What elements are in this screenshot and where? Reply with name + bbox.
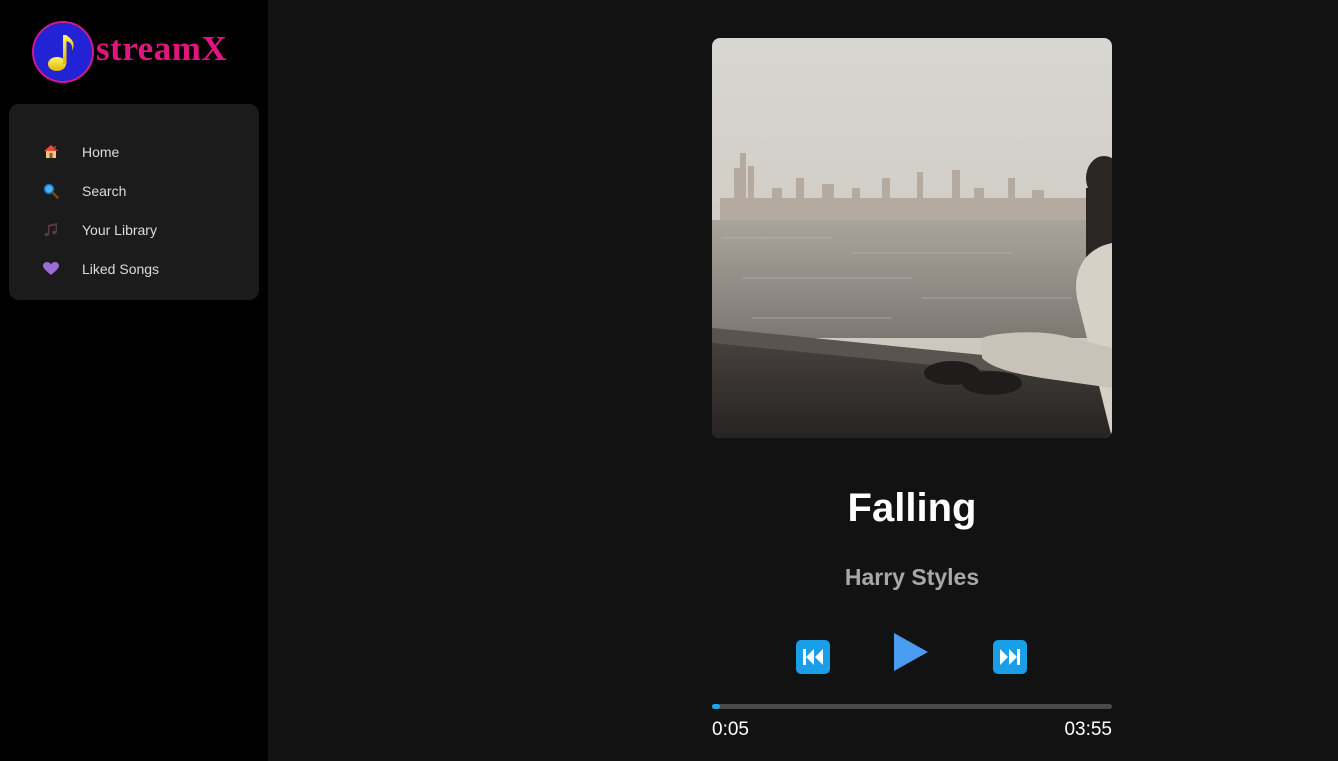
play-button[interactable] [892, 631, 930, 678]
previous-track-button[interactable] [796, 640, 830, 679]
sidebar-item-label: Liked Songs [82, 260, 160, 277]
sidebar: streamX Home Search Your Library Liked S… [0, 0, 268, 761]
sidebar-item-search[interactable]: Search [9, 171, 259, 210]
magnifier-icon [42, 182, 60, 200]
track-duration: 03:55 [1064, 719, 1112, 740]
home-icon [42, 143, 60, 161]
progress-bar[interactable] [712, 704, 1112, 709]
sidebar-item-your-library[interactable]: Your Library [9, 210, 259, 249]
album-cover [712, 38, 1112, 438]
player-main: Falling Harry Styles 0:05 03:55 [268, 0, 1338, 761]
app: streamX Home Search Your Library Liked S… [0, 0, 1338, 761]
sidebar-item-label: Home [82, 143, 120, 160]
music-note-icon [32, 21, 94, 83]
sidebar-item-label: Search [82, 182, 127, 199]
purple-heart-icon [42, 260, 60, 278]
current-time: 0:05 [712, 719, 749, 740]
track-artist[interactable]: Harry Styles [712, 564, 1112, 591]
next-track-button[interactable] [993, 640, 1027, 679]
sidebar-nav: Home Search Your Library Liked Songs [9, 104, 259, 300]
sidebar-item-liked-songs[interactable]: Liked Songs [9, 249, 259, 288]
logo[interactable]: streamX [32, 21, 227, 83]
progress-fill [712, 704, 720, 709]
track-title: Falling [847, 486, 977, 530]
play-icon [892, 633, 930, 677]
next-track-icon [993, 640, 1027, 678]
sidebar-item-home[interactable]: Home [9, 132, 259, 171]
sidebar-item-label: Your Library [82, 221, 157, 238]
previous-track-icon [796, 640, 830, 678]
music-notes-icon [42, 221, 60, 239]
app-name: streamX [96, 29, 228, 68]
